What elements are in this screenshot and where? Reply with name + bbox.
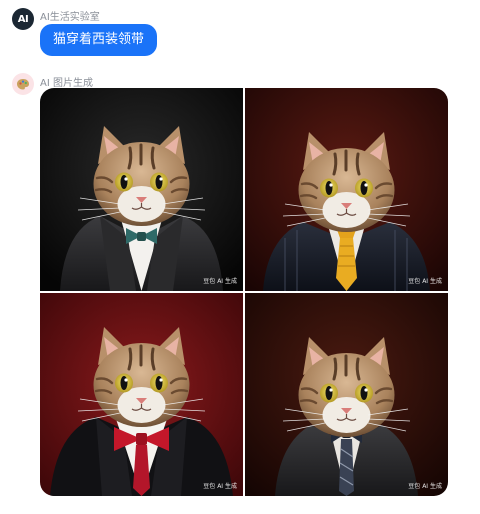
assistant-avatar bbox=[12, 73, 34, 95]
generated-image-3[interactable]: 豆包 AI 生成 bbox=[40, 293, 243, 496]
cat-navy-bowtie-image bbox=[245, 293, 448, 496]
palette-icon bbox=[17, 79, 29, 90]
user-avatar: AI bbox=[12, 8, 34, 30]
generated-image-4[interactable]: 豆包 AI 生成 bbox=[245, 293, 448, 496]
assistant-name: AI 图片生成 bbox=[40, 78, 93, 89]
watermark-2: 豆包 AI 生成 bbox=[408, 278, 442, 285]
generated-image-1[interactable]: 豆包 AI 生成 bbox=[40, 88, 243, 291]
cat-teal-bowtie-image bbox=[40, 88, 243, 291]
cat-yellow-tie-image bbox=[245, 88, 448, 291]
watermark-4: 豆包 AI 生成 bbox=[408, 483, 442, 490]
cat-red-bowtie-image bbox=[40, 293, 243, 496]
watermark-3: 豆包 AI 生成 bbox=[203, 483, 237, 490]
user-message-bubble: 猫穿着西装领带 bbox=[40, 24, 158, 56]
generated-image-2[interactable]: 豆包 AI 生成 bbox=[245, 88, 448, 291]
watermark-1: 豆包 AI 生成 bbox=[203, 278, 237, 285]
generated-image-grid: 豆包 AI 生成 豆包 AI 生成 豆包 AI 生成 豆包 AI 生成 bbox=[40, 88, 448, 496]
user-avatar-text: AI bbox=[17, 13, 29, 25]
user-name: AI生活实验室 bbox=[40, 12, 100, 23]
